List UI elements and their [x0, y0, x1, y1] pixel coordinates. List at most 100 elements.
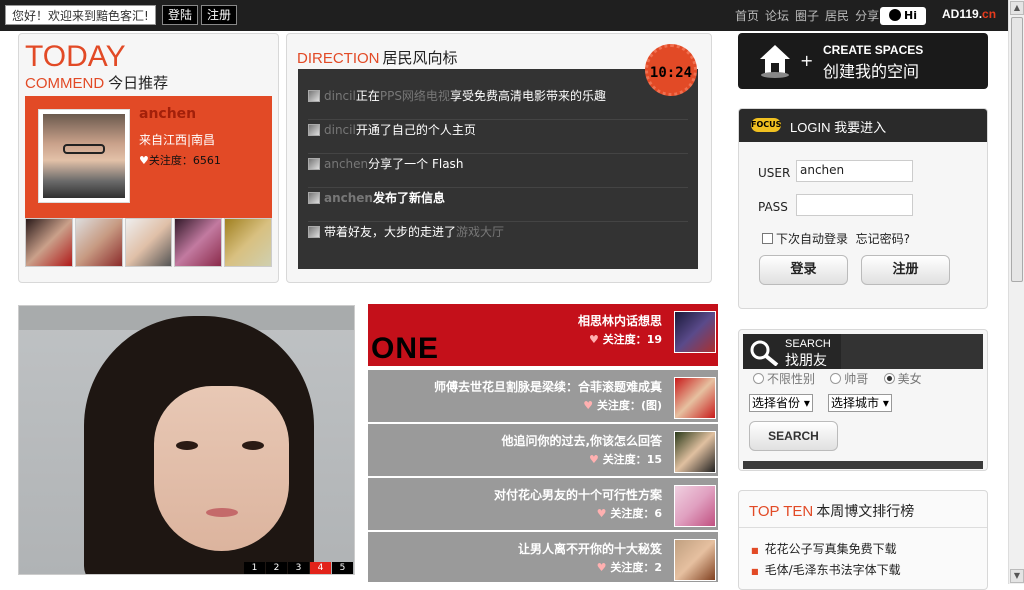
ranking-thumb[interactable] [674, 311, 716, 353]
scroll-thumb[interactable] [1011, 17, 1023, 282]
thumbnail[interactable] [25, 218, 73, 267]
activity-user[interactable]: anchen [324, 191, 373, 205]
ranking-thumb[interactable] [674, 485, 716, 527]
ranking-title[interactable]: 相思林内话想思 [578, 312, 662, 329]
thumbnail[interactable] [174, 218, 223, 267]
avatar[interactable] [308, 124, 320, 136]
nav-circle[interactable]: 圈子 [795, 7, 819, 24]
submit-login-button[interactable]: 登录 [759, 255, 848, 285]
create-space-button[interactable]: + CREATE SPACES 创建我的空间 [738, 33, 988, 89]
scroll-down-button[interactable]: ▼ [1010, 569, 1024, 583]
activity-item: anchen分享了一个 Flash [308, 154, 688, 188]
bullet-icon: ■ [751, 567, 759, 576]
nav-residents[interactable]: 居民 [825, 7, 849, 24]
photo-eye [176, 441, 198, 450]
ranking-thumb[interactable] [674, 539, 716, 581]
activity-action: 正在 [355, 89, 380, 103]
topten-panel: TOP TEN 本周博文排行榜 ■ 花花公子写真集免费下载 ■ 毛体/毛泽东书法字体下… [738, 490, 988, 590]
register-button[interactable]: 注册 [201, 5, 238, 25]
pager-item[interactable]: 1 [244, 562, 265, 574]
list-item[interactable]: ■ 花花公子写真集免费下载 [751, 540, 897, 557]
focus-badge: FOCUS [751, 118, 781, 132]
search-title-en: SEARCH [785, 338, 831, 350]
pager-item-active[interactable]: 4 [310, 562, 331, 574]
thumbnail[interactable] [124, 218, 173, 267]
ranking-title[interactable]: 师傅去世花旦割脉是梁续：合菲滚题难成真 [434, 378, 662, 395]
search-panel: SEARCH 找朋友 不限性别 帅哥 美女 选择省份 ▾ 选择城市 ▾ SEAR… [738, 329, 988, 471]
pager-item[interactable]: 3 [288, 562, 309, 574]
commend-cn: 今日推荐 [108, 75, 169, 92]
topten-item-label[interactable]: 毛体/毛泽东书法字体下载 [765, 563, 901, 577]
profile-name[interactable]: anchen [139, 106, 196, 122]
thumbnail[interactable] [224, 218, 272, 267]
scroll-up-button[interactable]: ▲ [1010, 1, 1024, 15]
radio-male[interactable] [830, 373, 842, 384]
city-select[interactable]: 选择城市 ▾ [828, 394, 892, 412]
create-space-cn: 创建我的空间 [823, 62, 920, 81]
profile-follow: ♥关注度：6561 [139, 152, 221, 168]
avatar[interactable] [308, 90, 320, 102]
ranking-thumb[interactable] [674, 431, 716, 473]
featured-photo[interactable]: 1 2 3 4 5 [18, 305, 355, 575]
remember-checkbox[interactable] [762, 233, 773, 244]
radio-female[interactable] [883, 373, 895, 384]
forgot-password-link[interactable]: 忘记密码? [856, 232, 910, 246]
search-button[interactable]: SEARCH [749, 421, 838, 451]
ranking-title[interactable]: 让男人离不开你的十大秘笈 [518, 540, 662, 557]
password-field[interactable] [796, 194, 913, 216]
ranking-item[interactable]: 他追问你的过去,你该怎么回答 ♥ 关注度：15 [368, 424, 718, 476]
page-scrollbar[interactable]: ▲ ▼ [1008, 0, 1024, 584]
hi-badge[interactable]: Hi [880, 7, 926, 25]
profile-photo[interactable] [38, 109, 130, 203]
ranking-follow: ♥ 关注度：6 [597, 505, 662, 521]
thumbnail[interactable] [74, 218, 123, 267]
nav-forum[interactable]: 论坛 [765, 7, 789, 24]
radio-female-label[interactable]: 美女 [898, 372, 922, 386]
ranking-list: ONE 相思林内话想思 ♥ 关注度：19 师傅去世花旦割脉是梁续：合菲滚题难成真… [368, 304, 718, 584]
follow-count: 15 [646, 453, 662, 466]
ranking-item[interactable]: 让男人离不开你的十大秘笈 ♥ 关注度：2 [368, 532, 718, 582]
activity-link[interactable]: 游戏大厅 [456, 225, 504, 239]
ranking-title[interactable]: 对付花心男友的十个可行性方案 [494, 486, 662, 503]
pager-item[interactable]: 2 [266, 562, 287, 574]
pager-item[interactable]: 5 [332, 562, 353, 574]
featured-profile: anchen 来自江西|南昌 ♥关注度：6561 [25, 96, 272, 218]
username-field[interactable]: anchen [796, 160, 913, 182]
submit-register-button[interactable]: 注册 [861, 255, 950, 285]
activity-user[interactable]: dincil [324, 89, 356, 103]
avatar[interactable] [308, 226, 320, 238]
ranking-title[interactable]: 他追问你的过去,你该怎么回答 [501, 432, 662, 449]
avatar[interactable] [308, 158, 320, 170]
nav-home[interactable]: 首页 [735, 7, 759, 24]
login-button[interactable]: 登陆 [162, 5, 199, 25]
activity-user[interactable]: dincil [324, 123, 356, 137]
remember-label[interactable]: 下次自动登录 [776, 232, 848, 246]
topten-item-label[interactable]: 花花公子写真集免费下载 [765, 542, 897, 556]
search-title-cn: 找朋友 [785, 353, 827, 369]
nav-share[interactable]: 分享 [855, 7, 879, 24]
login-title: LOGIN 我要进入 [790, 120, 887, 135]
radio-any[interactable] [753, 373, 764, 384]
follow-label: 关注度： [602, 333, 647, 346]
activity-link[interactable]: PPS网络电视 [380, 89, 450, 103]
radio-male-label[interactable]: 帅哥 [844, 372, 868, 386]
ranking-item[interactable]: 师傅去世花旦割脉是梁续：合菲滚题难成真 ♥ 关注度：(图) [368, 370, 718, 422]
site-logo[interactable]: AD119.cn [942, 7, 996, 21]
ranking-item[interactable]: 对付花心男友的十个可行性方案 ♥ 关注度：6 [368, 478, 718, 530]
today-panel: TODAY COMMEND 今日推荐 anchen 来自江西|南昌 ♥关注度：65… [18, 33, 279, 283]
list-item[interactable]: ■ 毛体/毛泽东书法字体下载 [751, 561, 901, 578]
ranking-follow: ♥ 关注度：15 [589, 451, 662, 467]
province-select[interactable]: 选择省份 ▾ [749, 394, 813, 412]
avatar[interactable] [308, 192, 320, 204]
heart-icon: ♥ [588, 333, 603, 346]
ranking-item[interactable]: ONE 相思林内话想思 ♥ 关注度：19 [368, 304, 718, 366]
ranking-thumb[interactable] [674, 377, 716, 419]
glasses-detail [63, 144, 105, 154]
activity-action: 开通了自己的个人主页 [355, 123, 476, 137]
radio-any-label[interactable]: 不限性别 [767, 372, 815, 386]
activity-user[interactable]: anchen [324, 157, 368, 171]
activity-action: 带着好友，大步的走进了 [324, 225, 457, 239]
magnifier-icon [750, 340, 779, 366]
login-header: FOCUS LOGIN 我要进入 [739, 109, 987, 142]
activity-feed: dincil正在PPS网络电视享受免费高清电影带来的乐趣 dincil开通了自己… [298, 69, 698, 269]
